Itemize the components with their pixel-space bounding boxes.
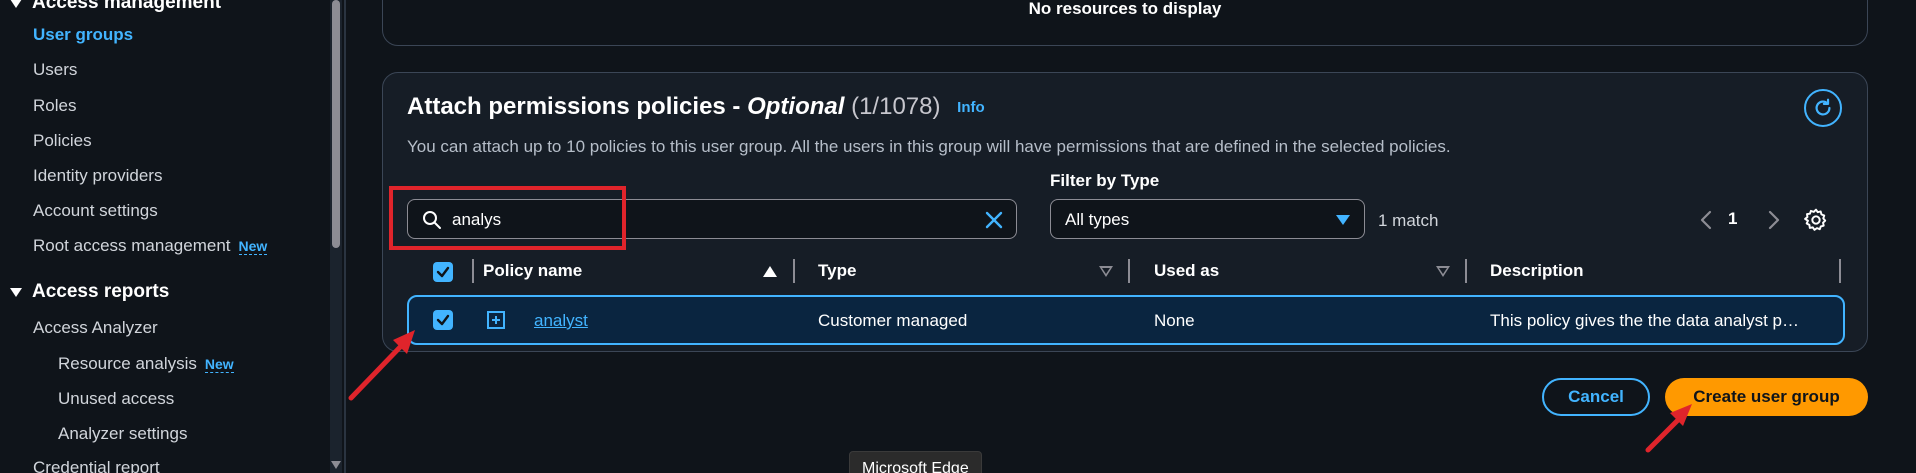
page-number[interactable]: 1	[1728, 209, 1737, 229]
info-link[interactable]: Info	[957, 99, 985, 116]
column-separator	[472, 259, 474, 283]
column-header-policy-name[interactable]: Policy name	[483, 261, 582, 281]
scrollbar-thumb[interactable]	[332, 0, 340, 248]
column-separator[interactable]	[1128, 259, 1130, 283]
users-list-card: No resources to display	[382, 0, 1868, 46]
filter-by-type-label: Filter by Type	[1050, 171, 1160, 190]
sort-descending-icon[interactable]	[1436, 266, 1450, 277]
column-header-description[interactable]: Description	[1490, 261, 1584, 281]
section-access-reports[interactable]: Access reports	[10, 281, 169, 303]
empty-state-text: No resources to display	[1028, 0, 1222, 18]
card-title: Attach permissions policies - Optional (…	[407, 93, 985, 121]
column-separator[interactable]	[1839, 259, 1841, 283]
match-count: 1 match	[1378, 211, 1439, 230]
sidebar-item-identity-providers[interactable]: Identity providers	[33, 166, 162, 186]
sidebar-nav: Access management User groups Users Role…	[0, 0, 342, 473]
sidebar-item-unused-access[interactable]: Unused access	[58, 389, 174, 409]
checkmark-icon	[436, 266, 450, 278]
dropdown-caret-icon	[1336, 215, 1350, 225]
sidebar-item-resource-analysis[interactable]: Resource analysis New	[58, 354, 234, 374]
sort-descending-icon[interactable]	[1099, 266, 1113, 277]
filter-value: All types	[1065, 210, 1130, 229]
sidebar-item-label: Resource analysis	[58, 354, 197, 373]
new-badge: New	[238, 238, 268, 255]
refresh-button[interactable]	[1804, 89, 1842, 127]
title-text: Attach permissions policies -	[407, 93, 748, 120]
policy-description: This policy gives the the data analyst p…	[1490, 311, 1799, 330]
filter-type-select[interactable]: All types	[1050, 199, 1365, 239]
column-separator[interactable]	[1465, 259, 1467, 283]
taskbar-tooltip: Microsoft Edge	[849, 451, 982, 473]
chevron-right-icon[interactable]	[1767, 209, 1781, 231]
sidebar-item-user-groups[interactable]: User groups	[33, 25, 133, 45]
column-header-type[interactable]: Type	[818, 261, 856, 281]
row-checkbox[interactable]	[433, 310, 453, 330]
annotation-arrow-icon	[1645, 404, 1692, 453]
sidebar-item-credential-report[interactable]: Credential report	[33, 458, 160, 473]
cancel-button[interactable]: Cancel	[1542, 378, 1650, 416]
sidebar-item-roles[interactable]: Roles	[33, 96, 76, 116]
section-access-management[interactable]: Access management	[10, 0, 221, 14]
checkmark-icon	[436, 314, 450, 326]
card-description: You can attach up to 10 policies to this…	[407, 137, 1451, 156]
sort-ascending-icon[interactable]	[763, 266, 777, 277]
policy-name[interactable]: analyst	[534, 311, 588, 330]
select-all-checkbox[interactable]	[433, 262, 453, 282]
policy-type: Customer managed	[818, 311, 968, 330]
column-header-used-as[interactable]: Used as	[1154, 261, 1219, 281]
column-separator[interactable]	[793, 259, 795, 283]
sidebar-scrollbar[interactable]	[330, 0, 342, 473]
section-label: Access reports	[32, 281, 170, 302]
title-optional: Optional	[747, 93, 845, 120]
sidebar-item-label: Root access management	[33, 236, 231, 255]
expand-plus-icon[interactable]	[487, 311, 505, 329]
annotation-arrow-icon	[348, 330, 415, 401]
refresh-icon	[1815, 98, 1831, 116]
sidebar-item-policies[interactable]: Policies	[33, 131, 92, 151]
table-row[interactable]: analyst Customer managed None This polic…	[407, 295, 1845, 345]
policy-count: (1/1078)	[851, 93, 941, 120]
sidebar-item-analyzer-settings[interactable]: Analyzer settings	[58, 424, 187, 444]
sidebar-item-access-analyzer[interactable]: Access Analyzer	[33, 318, 158, 338]
policy-name-link[interactable]: analyst	[534, 311, 588, 331]
chevron-left-icon[interactable]	[1699, 209, 1713, 231]
caret-down-icon	[10, 0, 22, 8]
scroll-down-arrow-icon[interactable]	[331, 461, 341, 469]
sidebar-item-users[interactable]: Users	[33, 60, 77, 80]
caret-down-icon	[10, 287, 22, 297]
annotation-highlight-box	[389, 186, 626, 250]
new-badge: New	[204, 356, 234, 373]
policy-used-as: None	[1154, 311, 1195, 330]
clear-search-icon[interactable]	[984, 210, 1004, 230]
sidebar-item-account-settings[interactable]: Account settings	[33, 201, 158, 221]
gear-icon[interactable]	[1803, 207, 1829, 233]
sidebar-item-root-access-management[interactable]: Root access management New	[33, 236, 268, 256]
section-label: Access management	[32, 0, 222, 13]
